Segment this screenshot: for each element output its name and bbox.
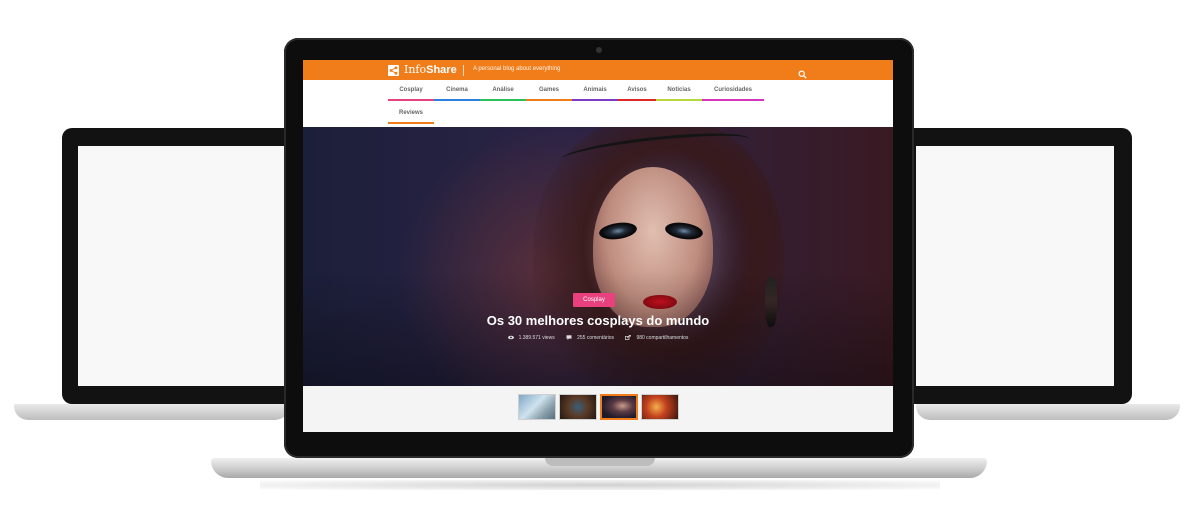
nav-item-label: Reviews	[398, 110, 423, 116]
header-divider	[463, 65, 464, 76]
nav-item-label: Cinema	[446, 87, 468, 93]
shares-text: 980 compartilhamentos	[636, 335, 689, 341]
nav-item-cosplay[interactable]: Cosplay	[388, 80, 434, 101]
logo-text-bold: Share	[426, 64, 457, 76]
nav-underline	[656, 99, 702, 101]
search-icon[interactable]	[798, 66, 807, 79]
right-laptop-screen	[916, 146, 1114, 386]
left-laptop-base	[14, 404, 289, 420]
nav-item-animais[interactable]: Animais	[572, 80, 618, 101]
eye-icon	[507, 335, 514, 340]
nav-underline	[702, 99, 764, 101]
nav-item-label: Avisos	[627, 87, 647, 93]
hero-image-shade	[303, 127, 893, 386]
share-icon	[625, 335, 632, 340]
nav-item-label: Games	[538, 87, 559, 93]
nav-item-avisos[interactable]: Avisos	[618, 80, 656, 101]
nav-item-noticias[interactable]: Noticias	[656, 80, 702, 101]
featured-post-hero[interactable]: Cosplay Os 30 melhores cosplays do mundo…	[303, 127, 893, 386]
nav-item-curiosidades[interactable]: Curiosidades	[702, 80, 764, 101]
post-meta: 1.389.571 views 255 comentários 980 comp…	[303, 335, 893, 341]
site-header: InfoShare A personal blog about everythi…	[303, 60, 893, 80]
views-count: 1.389.571 views	[507, 335, 555, 341]
thumbnail-phone-game[interactable]	[559, 394, 597, 420]
category-nav: Cosplay Cinema Análise Games Animais Avi…	[303, 80, 893, 127]
slider-thumbnails	[303, 386, 893, 432]
nav-item-label: Animais	[583, 87, 607, 93]
right-laptop-base	[916, 404, 1180, 420]
comments-count: 255 comentários	[566, 335, 614, 341]
post-title[interactable]: Os 30 melhores cosplays do mundo	[303, 313, 893, 328]
logo-text-light: Info	[404, 63, 427, 76]
camera-dot	[596, 47, 602, 53]
main-laptop-screen: InfoShare A personal blog about everythi…	[303, 60, 893, 432]
nav-underline	[434, 99, 480, 101]
nav-item-cinema[interactable]: Cinema	[434, 80, 480, 101]
shares-count: 980 compartilhamentos	[625, 335, 688, 341]
thumbnail-fire-scene[interactable]	[641, 394, 679, 420]
nav-underline	[618, 99, 656, 101]
comment-icon	[566, 335, 572, 340]
category-tag[interactable]: Cosplay	[573, 293, 615, 307]
nav-item-reviews[interactable]: Reviews	[388, 103, 434, 124]
main-laptop-notch	[545, 458, 655, 466]
nav-item-label: Noticias	[667, 87, 691, 93]
nav-item-label: Análise	[492, 87, 514, 93]
share-logo-icon[interactable]	[388, 65, 399, 76]
nav-item-games[interactable]: Games	[526, 80, 572, 101]
left-laptop-screen	[78, 146, 318, 386]
nav-item-label: Cosplay	[399, 87, 423, 93]
nav-underline	[388, 122, 434, 124]
site-logo[interactable]: InfoShare	[404, 63, 457, 76]
views-text: 1.389.571 views	[518, 335, 555, 341]
thumbnail-cosplay-face[interactable]	[600, 394, 638, 420]
nav-underline	[388, 99, 434, 101]
main-laptop-shadow	[260, 480, 940, 490]
nav-underline	[572, 99, 618, 101]
nav-underline	[526, 99, 572, 101]
nav-item-label: Curiosidades	[713, 87, 752, 93]
nav-underline	[480, 99, 526, 101]
thumbnail-airship[interactable]	[518, 394, 556, 420]
comments-text: 255 comentários	[577, 335, 615, 341]
site-tagline: A personal blog about everything	[473, 66, 561, 72]
nav-item-analise[interactable]: Análise	[480, 80, 526, 101]
